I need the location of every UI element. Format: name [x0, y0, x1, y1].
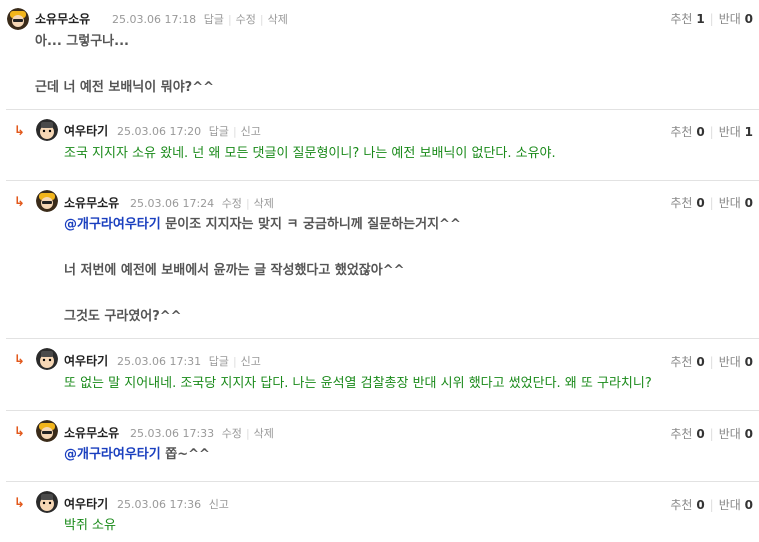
comment-date: 25.03.06 17:24	[130, 197, 215, 210]
comment-body: @개구라여우타기 쫍~^^	[64, 447, 210, 463]
downvote-count: 0	[744, 427, 753, 441]
vote-box: 추천 0 | 반대 0	[670, 498, 753, 512]
comment-meta: 25.03.06 17:31 답글 | 신고	[117, 355, 261, 368]
comment-date: 25.03.06 17:31	[117, 355, 202, 368]
report-button[interactable]: 신고	[241, 125, 261, 138]
comment-author[interactable]: 소유무소유	[64, 424, 119, 441]
divider	[6, 109, 759, 110]
comment-meta: 25.03.06 17:24 수정 | 삭제	[130, 197, 274, 210]
vote-box: 추천 1 | 반대 0	[670, 12, 753, 26]
upvote-button[interactable]: 추천 0	[670, 125, 704, 139]
downvote-count: 1	[744, 125, 753, 139]
comment-meta: 25.03.06 17:20 답글 | 신고	[117, 125, 261, 138]
upvote-button[interactable]: 추천 0	[670, 196, 704, 210]
downvote-button[interactable]: 반대 0	[719, 355, 753, 369]
delete-button[interactable]: 삭제	[268, 13, 288, 26]
edit-button[interactable]: 수정	[222, 427, 242, 440]
comment-text: 문이조 지지자는 맞지 ㅋ 궁금하니께 질문하는거지^^	[160, 217, 461, 232]
comment-author[interactable]: 여우타기	[64, 352, 108, 369]
comment-body: 조국 지지자 소유 왔네. 넌 왜 모든 댓글이 질문형이니? 나는 예전 보배…	[64, 146, 556, 162]
reply-arrow-icon: ↳	[14, 195, 25, 210]
avatar[interactable]	[36, 119, 58, 141]
downvote-button[interactable]: 반대 1	[719, 125, 753, 139]
comment-body: @개구라여우타기 문이조 지지자는 맞지 ㅋ 궁금하니께 질문하는거지^^ 너 …	[64, 217, 461, 325]
vote-box: 추천 0 | 반대 1	[670, 125, 753, 139]
downvote-count: 0	[744, 498, 753, 512]
comment-line: 너 저번에 예전에 보배에서 윤까는 글 작성했다고 했었잖아^^	[64, 263, 405, 278]
reply-arrow-icon: ↳	[14, 124, 25, 139]
edit-button[interactable]: 수정	[236, 13, 256, 26]
comment-meta: 25.03.06 17:18 답글 | 수정 | 삭제	[112, 13, 288, 26]
upvote-count: 0	[696, 427, 705, 441]
comment-line: 그것도 구라였어?^^	[64, 309, 182, 324]
delete-button[interactable]: 삭제	[254, 427, 274, 440]
reply-arrow-icon: ↳	[14, 425, 25, 440]
upvote-count: 0	[696, 125, 705, 139]
upvote-button[interactable]: 추천 1	[670, 12, 704, 26]
avatar[interactable]	[36, 491, 58, 513]
downvote-button[interactable]: 반대 0	[719, 196, 753, 210]
comment-meta: 25.03.06 17:33 수정 | 삭제	[130, 427, 274, 440]
downvote-button[interactable]: 반대 0	[719, 427, 753, 441]
comment-text: 쫍~^^	[160, 447, 210, 462]
mention-link[interactable]: @개구라여우타기	[64, 217, 161, 232]
comment-line	[64, 233, 461, 263]
comment-date: 25.03.06 17:20	[117, 125, 202, 138]
comment-author[interactable]: 여우타기	[64, 122, 108, 139]
comment-author[interactable]: 소유무소유	[64, 194, 119, 211]
divider	[6, 410, 759, 411]
comment-date: 25.03.06 17:33	[130, 427, 215, 440]
comment-author[interactable]: 소유무소유	[35, 10, 90, 27]
upvote-count: 1	[696, 12, 705, 26]
vote-box: 추천 0 | 반대 0	[670, 355, 753, 369]
comment-line: 박쥐 소유	[64, 518, 116, 533]
upvote-button[interactable]: 추천 0	[670, 498, 704, 512]
downvote-button[interactable]: 반대 0	[719, 12, 753, 26]
reply-arrow-icon: ↳	[14, 496, 25, 511]
reply-button[interactable]: 답글	[209, 355, 229, 368]
comment-line	[64, 279, 461, 309]
comment-line: 또 없는 말 지어내네. 조국당 지지자 답다. 나는 윤석열 검찰총장 반대 …	[64, 376, 652, 391]
downvote-count: 0	[744, 12, 753, 26]
divider	[6, 338, 759, 339]
comment-line: 근데 너 예전 보배닉이 뭐야?^^	[35, 80, 214, 95]
comment-author[interactable]: 여우타기	[64, 495, 108, 512]
divider	[6, 180, 759, 181]
upvote-count: 0	[696, 498, 705, 512]
divider	[6, 481, 759, 482]
avatar[interactable]	[36, 190, 58, 212]
comment-date: 25.03.06 17:18	[112, 13, 197, 26]
reply-button[interactable]: 답글	[204, 13, 224, 26]
avatar[interactable]	[36, 348, 58, 370]
avatar[interactable]	[36, 420, 58, 442]
comment-body: 박쥐 소유	[64, 518, 116, 534]
comment-line: @개구라여우타기 쫍~^^	[64, 447, 210, 463]
comment-line: 아... 그렇구나...	[35, 34, 129, 49]
comment-meta: 25.03.06 17:36 신고	[117, 496, 229, 512]
upvote-button[interactable]: 추천 0	[670, 355, 704, 369]
comment-body: 아... 그렇구나... 근데 너 예전 보배닉이 뭐야?^^	[35, 34, 214, 96]
mention-link[interactable]: @개구라여우타기	[64, 447, 161, 462]
reply-arrow-icon: ↳	[14, 353, 25, 368]
comment-line: @개구라여우타기 문이조 지지자는 맞지 ㅋ 궁금하니께 질문하는거지^^	[64, 217, 461, 233]
comment-line	[35, 50, 214, 80]
downvote-button[interactable]: 반대 0	[719, 498, 753, 512]
upvote-button[interactable]: 추천 0	[670, 427, 704, 441]
upvote-count: 0	[696, 355, 705, 369]
downvote-count: 0	[744, 196, 753, 210]
edit-button[interactable]: 수정	[222, 197, 242, 210]
comment-body: 또 없는 말 지어내네. 조국당 지지자 답다. 나는 윤석열 검찰총장 반대 …	[64, 376, 652, 392]
comment-date: 25.03.06 17:36	[117, 498, 202, 511]
report-button[interactable]: 신고	[209, 498, 229, 511]
report-button[interactable]: 신고	[241, 355, 261, 368]
vote-box: 추천 0 | 반대 0	[670, 196, 753, 210]
upvote-count: 0	[696, 196, 705, 210]
comment-line: 조국 지지자 소유 왔네. 넌 왜 모든 댓글이 질문형이니? 나는 예전 보배…	[64, 146, 556, 161]
downvote-count: 0	[744, 355, 753, 369]
avatar[interactable]	[7, 8, 29, 30]
vote-box: 추천 0 | 반대 0	[670, 427, 753, 441]
reply-button[interactable]: 답글	[209, 125, 229, 138]
delete-button[interactable]: 삭제	[254, 197, 274, 210]
